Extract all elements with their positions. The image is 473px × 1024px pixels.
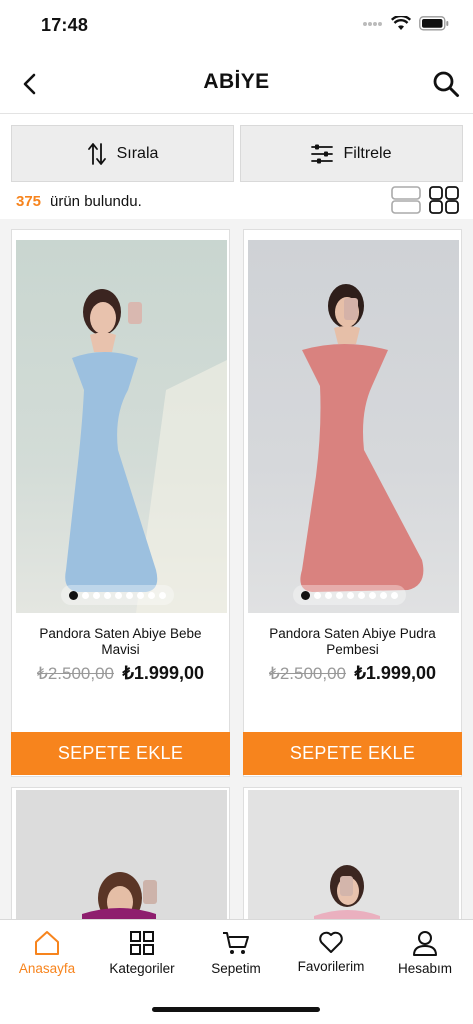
product-prices: ₺2.500,00 ₺1.999,00 <box>12 663 229 684</box>
grid-view-icon[interactable] <box>429 186 459 214</box>
list-view-icon[interactable] <box>391 186 421 214</box>
product-photo[interactable] <box>248 790 459 919</box>
search-button[interactable] <box>429 67 463 101</box>
filter-label: Filtrele <box>343 144 392 162</box>
status-icons <box>363 16 449 31</box>
product-grid: Pandora Saten Abiye Bebe Mavisi ₺2.500,0… <box>0 219 473 919</box>
image-pagination <box>293 585 406 605</box>
tab-label: Anasayfa <box>18 961 76 976</box>
nav-bar: ABİYE <box>0 54 473 114</box>
product-photo[interactable] <box>16 790 227 919</box>
product-photo[interactable] <box>248 240 459 613</box>
tab-home[interactable]: Anasayfa <box>0 930 94 976</box>
status-time: 17:48 <box>41 15 89 35</box>
dress-illustration <box>314 865 380 919</box>
sort-label: Sırala <box>116 144 159 162</box>
status-bar: 17:48 <box>0 0 473 50</box>
tab-categories[interactable]: Kategoriler <box>95 930 189 976</box>
tab-cart[interactable]: Sepetim <box>189 930 283 976</box>
sliders-icon <box>311 144 334 163</box>
home-icon <box>35 931 59 955</box>
tab-label: Kategoriler <box>109 961 175 976</box>
sort-button[interactable]: Sırala <box>11 125 234 182</box>
result-count-text: ürün bulundu. <box>50 193 142 210</box>
current-price: ₺1.999,00 <box>122 663 204 683</box>
product-card[interactable]: Pandora Saten Abiye Bebe Mavisi ₺2.500,0… <box>11 229 230 777</box>
user-icon <box>413 931 437 956</box>
dress-illustration <box>82 872 157 919</box>
dress-illustration <box>65 289 227 613</box>
sort-arrows-icon <box>87 142 106 165</box>
product-card[interactable]: Pandora Saten Abiye Pudra Pembesi ₺2.500… <box>243 229 462 777</box>
product-photo[interactable] <box>16 240 227 613</box>
tab-favorites[interactable]: Favorilerim <box>284 930 378 974</box>
add-to-cart-button[interactable]: SEPETE EKLE <box>243 732 462 775</box>
product-card[interactable] <box>243 787 462 919</box>
results-row: 375 ürün bulundu. <box>0 186 473 218</box>
product-card[interactable] <box>11 787 230 919</box>
signal-icon <box>363 21 382 26</box>
wifi-icon <box>391 16 411 30</box>
tab-label: Hesabım <box>397 961 453 976</box>
old-price: ₺2.500,00 <box>269 664 346 683</box>
old-price: ₺2.500,00 <box>37 664 114 683</box>
product-prices: ₺2.500,00 ₺1.999,00 <box>244 663 461 684</box>
tab-label: Favorilerim <box>297 959 365 974</box>
result-count: 375 <box>16 193 42 210</box>
filter-button[interactable]: Filtrele <box>240 125 463 182</box>
image-pagination <box>61 585 174 605</box>
cart-icon <box>223 932 249 954</box>
page-title: ABİYE <box>203 70 270 93</box>
sort-filter-bar: Sırala Filtrele <box>11 125 463 182</box>
dress-shape <box>65 352 158 592</box>
home-indicator <box>152 1007 320 1012</box>
grid-icon <box>130 931 154 955</box>
view-toggle <box>391 186 459 214</box>
add-to-cart-button[interactable]: SEPETE EKLE <box>11 732 230 775</box>
product-name[interactable]: Pandora Saten Abiye Bebe Mavisi <box>20 626 221 658</box>
tab-account[interactable]: Hesabım <box>378 930 472 976</box>
current-price: ₺1.999,00 <box>354 663 436 683</box>
heart-icon <box>319 931 343 953</box>
tab-label: Sepetim <box>211 961 261 976</box>
battery-icon <box>419 16 449 31</box>
search-icon <box>433 71 459 97</box>
product-name[interactable]: Pandora Saten Abiye Pudra Pembesi <box>252 626 453 658</box>
dress-illustration <box>300 284 424 592</box>
dress-shape <box>300 344 424 592</box>
